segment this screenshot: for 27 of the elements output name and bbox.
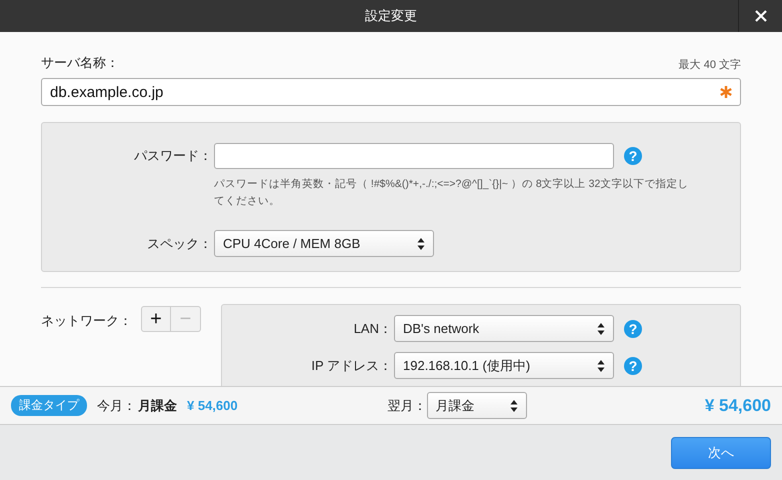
password-hint: パスワードは半角英数・記号（ !#$%&()*+,-./:;<=>?@^[]_`{}|~ ）の 8文字以上 32文字以下で指定してください。 — [214, 177, 690, 209]
field-label: LAN： — [352, 320, 393, 338]
close-icon — [754, 9, 768, 23]
character-limit: 最大 40 文字 — [678, 58, 741, 72]
updown-icon — [597, 358, 605, 372]
dropdown[interactable]: 192.168.10.1 (使用中) — [394, 352, 614, 379]
next-plan-select[interactable]: 月課金 — [426, 392, 527, 419]
add-button[interactable]: + — [141, 306, 171, 332]
current-plan: 月課金 — [138, 396, 177, 414]
dropdown[interactable]: DB's network — [394, 315, 614, 342]
password-field[interactable] — [214, 143, 614, 169]
current-price: ¥ 54,600 — [187, 398, 238, 413]
window-title: 設定変更 — [365, 7, 417, 25]
updown-icon — [510, 398, 518, 412]
updown-icon — [417, 236, 425, 250]
next-month-label: 翌月： — [388, 396, 427, 414]
current-month-label: 今月： — [97, 396, 136, 414]
field-label: IP アドレス： — [310, 356, 393, 374]
updown-icon — [597, 322, 605, 336]
password-label: パスワード： — [133, 147, 213, 165]
spec-select[interactable]: CPU 4Core / MEM 8GB — [214, 230, 434, 257]
total-price: ¥ 54,600 — [704, 396, 771, 416]
spec-label: スペック： — [146, 234, 213, 252]
network-label: ネットワーク： — [41, 312, 133, 330]
server-name-field[interactable]: db.example.co.jp — [41, 78, 741, 106]
billing-type-badge: 課金タイプ — [11, 395, 87, 416]
field-label: サーバ名称： — [41, 54, 119, 72]
